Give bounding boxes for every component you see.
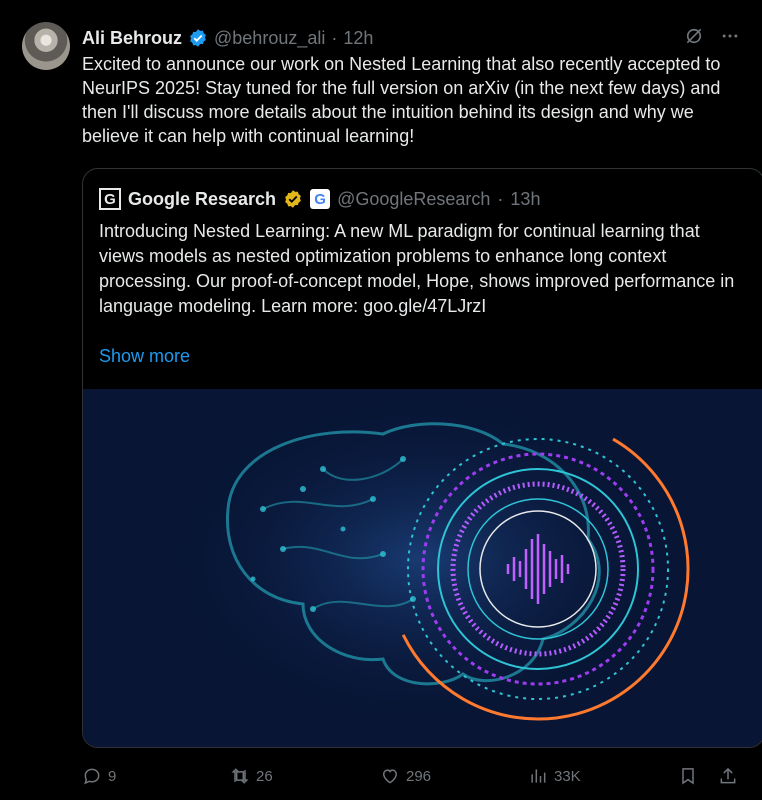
reply-button[interactable]: 9: [82, 766, 116, 786]
like-count: 296: [406, 767, 432, 785]
share-icon: [720, 767, 736, 784]
views-button[interactable]: 33K: [528, 766, 581, 786]
author-handle[interactable]: @behrouz_ali: [214, 28, 325, 49]
bookmark-button[interactable]: [678, 766, 698, 786]
verified-badge-icon: [190, 29, 206, 47]
quoted-tweet-image[interactable]: [83, 389, 762, 747]
views-count: 33K: [554, 767, 581, 785]
quoted-tweet-time[interactable]: 13h: [510, 189, 540, 210]
quoted-tweet-text: Introducing Nested Learning: A new ML pa…: [99, 221, 735, 316]
tweet-text: Excited to announce our work on Nested L…: [82, 54, 721, 146]
tweet[interactable]: Ali Behrouz @behrouz_ali · 12h Excited t…: [0, 0, 762, 800]
google-research-logo[interactable]: G: [99, 188, 121, 210]
reply-count: 9: [108, 767, 117, 785]
quoted-author-name[interactable]: Google Research: [128, 189, 276, 210]
quoted-tweet[interactable]: G Google Research G @GoogleResearch · 13…: [82, 168, 762, 748]
tweet-time[interactable]: 12h: [343, 28, 373, 49]
author-avatar[interactable]: [22, 22, 70, 70]
google-affiliate-badge[interactable]: G: [310, 189, 331, 209]
tweet-header: Ali Behrouz @behrouz_ali · 12h: [82, 26, 373, 50]
like-button[interactable]: 296: [380, 766, 431, 786]
repost-count: 26: [256, 767, 273, 785]
show-more-link[interactable]: Show more: [99, 346, 190, 367]
quoted-tweet-header: G Google Research G @GoogleResearch · 13…: [99, 188, 540, 210]
reply-icon: [84, 768, 100, 785]
author-name[interactable]: Ali Behrouz: [82, 28, 182, 49]
share-button[interactable]: [718, 766, 738, 786]
tweet-actions: 9 26 296 33K: [82, 762, 742, 790]
separator-dot: ·: [331, 27, 338, 48]
repost-button[interactable]: 26: [230, 766, 273, 786]
separator-dot: ·: [497, 188, 504, 209]
brain-illustration: [83, 389, 762, 747]
tweet-top-actions: [684, 26, 740, 51]
quoted-author-handle[interactable]: @GoogleResearch: [337, 189, 490, 210]
verified-badge-icon: [285, 190, 301, 208]
more-icon[interactable]: [720, 26, 740, 51]
grok-icon[interactable]: [684, 26, 704, 51]
like-icon: [382, 769, 398, 784]
bookmark-icon: [682, 768, 694, 785]
views-icon: [531, 769, 546, 783]
repost-icon: [231, 768, 249, 784]
